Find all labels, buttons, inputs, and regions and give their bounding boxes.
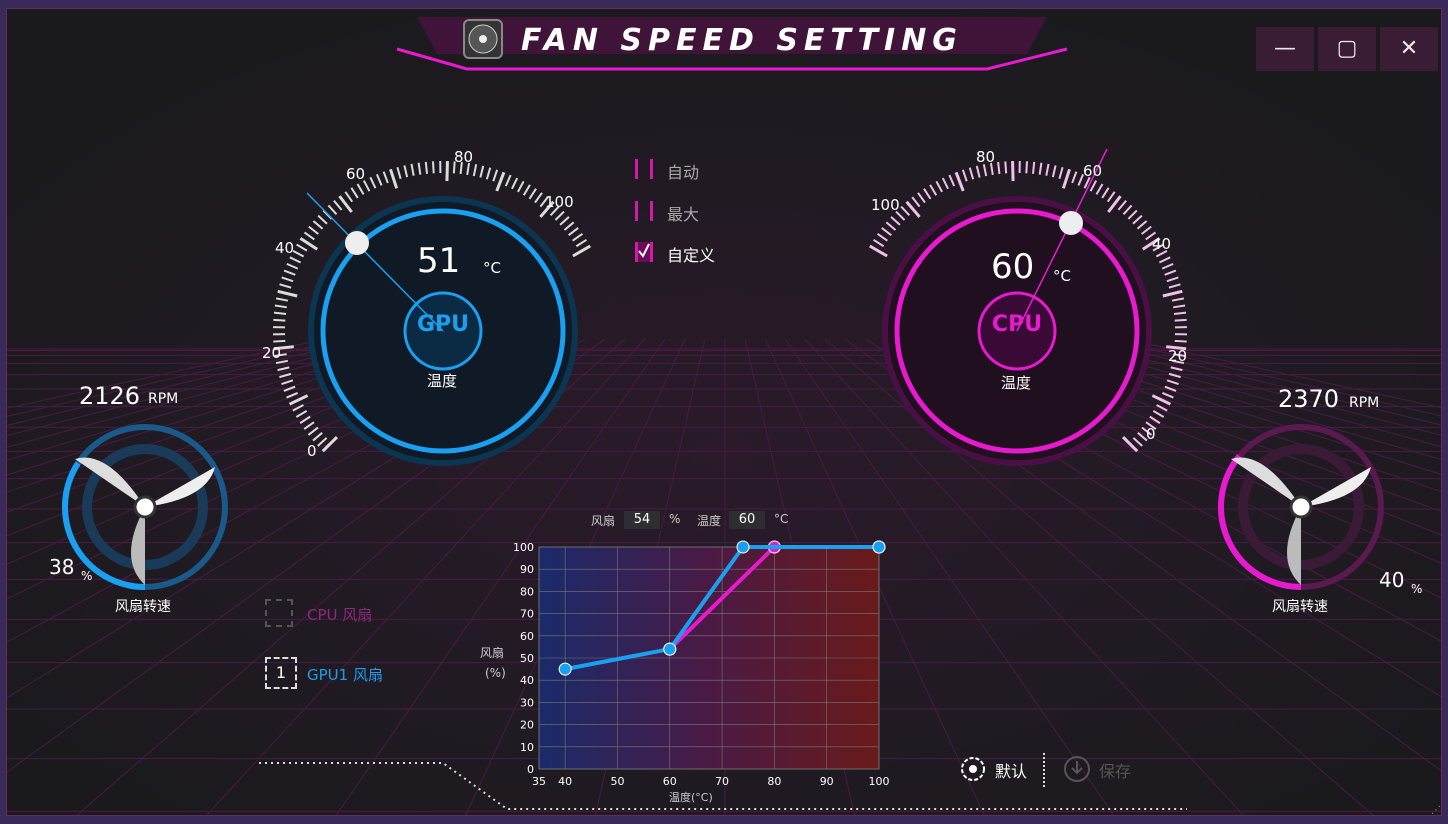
readout-fan-label: 风扇 <box>591 514 616 528</box>
default-button-label: 默认 <box>995 762 1028 781</box>
mode-max[interactable]: 最大 <box>635 199 755 224</box>
chart-point[interactable] <box>663 642 677 656</box>
gpu-temperature: 51 <box>417 241 461 281</box>
cpu-tick-100: 100 <box>871 196 900 214</box>
readout-temp-value: 60 <box>729 511 765 529</box>
right-fan-percent: 40 <box>1379 568 1405 592</box>
chart-ytick-label: 60 <box>520 630 534 643</box>
resize-grip-icon[interactable]: ⋰ <box>1431 805 1441 815</box>
mode-auto-label: 自动 <box>667 163 700 182</box>
cpu-label: CPU <box>991 312 1043 337</box>
cpu-temperature: 60 <box>991 247 1035 287</box>
chart-ytick-label: 90 <box>520 563 534 576</box>
gpu-tick-20: 20 <box>262 344 282 362</box>
mode-max-checkbox[interactable] <box>635 201 653 221</box>
cpu-tick-80: 80 <box>976 148 996 166</box>
cpu-sub-label: 温度 <box>1001 374 1032 392</box>
mode-custom-label: 自定义 <box>667 246 716 265</box>
cpu-tick-0: 0 <box>1146 425 1156 443</box>
left-fan-rpm-unit: RPM <box>148 391 179 407</box>
gpu-tick-0: 0 <box>307 442 317 460</box>
cpu-fan-select[interactable]: CPU 风扇 <box>265 599 425 631</box>
chart-ytick-label: 80 <box>520 585 534 598</box>
gpu-tick-40: 40 <box>275 239 295 257</box>
chart-ylabel-top: 风扇 <box>480 646 505 660</box>
mode-auto-checkbox[interactable] <box>635 159 653 179</box>
gpu-label: GPU <box>416 312 470 337</box>
right-fan-dial <box>1218 424 1384 590</box>
cpu-gauge <box>869 148 1187 466</box>
chart-ytick-label: 40 <box>520 674 534 687</box>
save-button[interactable]: 保存 <box>1063 755 1143 785</box>
chart-ytick-label: 20 <box>520 719 534 732</box>
close-button[interactable]: ✕ <box>1380 27 1438 71</box>
chart-point[interactable] <box>872 540 886 554</box>
cpu-fan-select-label: CPU 风扇 <box>307 606 373 624</box>
right-fan-percent-unit: % <box>1411 582 1423 596</box>
dotted-divider <box>259 762 1187 810</box>
cpu-tick-60: 60 <box>1083 162 1103 180</box>
chart-point[interactable] <box>736 540 750 554</box>
action-divider <box>1043 753 1047 787</box>
right-fan-rpm: 2370 <box>1278 385 1340 413</box>
readout-fan-value: 54 <box>624 511 660 529</box>
mode-custom[interactable]: 自定义 <box>635 240 755 265</box>
left-fan-rpm: 2126 <box>79 382 141 410</box>
gpu-tick-80: 80 <box>454 148 474 166</box>
minimize-button[interactable]: — <box>1256 27 1314 71</box>
window-title: FAN SPEED SETTING <box>521 23 963 58</box>
mode-custom-checkbox[interactable] <box>635 242 653 262</box>
gpu-chip-icon: 1 <box>265 657 297 689</box>
mode-max-label: 最大 <box>667 205 700 224</box>
chart-point[interactable] <box>558 662 572 676</box>
chart-ytick-label: 30 <box>520 696 534 709</box>
default-button[interactable]: 默认 <box>959 755 1039 785</box>
cpu-tick-20: 20 <box>1168 347 1188 365</box>
gpu1-fan-select-label: GPU1 风扇 <box>307 666 383 684</box>
chart-ytick-label: 100 <box>513 541 534 554</box>
mode-auto[interactable]: 自动 <box>635 157 755 182</box>
gpu-tick-100: 100 <box>545 193 574 211</box>
download-icon <box>1064 756 1090 782</box>
chart-ytick-label: 10 <box>520 741 534 754</box>
chart-ylabel-bottom: (%) <box>485 666 506 680</box>
readout-fan-unit: % <box>669 512 681 526</box>
cpu-temp-unit: °C <box>1053 267 1071 285</box>
chart-ytick-label: 70 <box>520 608 534 621</box>
maximize-button[interactable]: ▢ <box>1318 27 1376 71</box>
fan-logo-icon <box>463 19 503 59</box>
gpu-sub-label: 温度 <box>427 372 458 390</box>
left-fan-label: 风扇转速 <box>115 599 171 615</box>
cpu-chip-icon <box>265 599 293 627</box>
cpu-tick-40: 40 <box>1152 235 1172 253</box>
readout-temp-unit: °C <box>774 512 789 526</box>
left-fan-percent: 38 <box>49 555 75 579</box>
reset-icon <box>961 757 985 781</box>
gpu-temp-unit: °C <box>483 259 501 277</box>
right-fan-rpm-unit: RPM <box>1349 395 1380 411</box>
left-fan-percent-unit: % <box>81 569 93 583</box>
readout-temp-label: 温度 <box>697 514 722 528</box>
gpu-tick-60: 60 <box>346 165 366 183</box>
app-window: FAN SPEED SETTING — ▢ ✕ 0 20 40 60 80 10… <box>6 8 1442 816</box>
save-button-label: 保存 <box>1099 762 1132 781</box>
right-fan-label: 风扇转速 <box>1272 599 1328 615</box>
gpu-gauge <box>273 161 591 466</box>
gpu1-fan-select[interactable]: 1 GPU1 风扇 <box>265 657 425 691</box>
chart-ytick-label: 50 <box>520 652 534 665</box>
